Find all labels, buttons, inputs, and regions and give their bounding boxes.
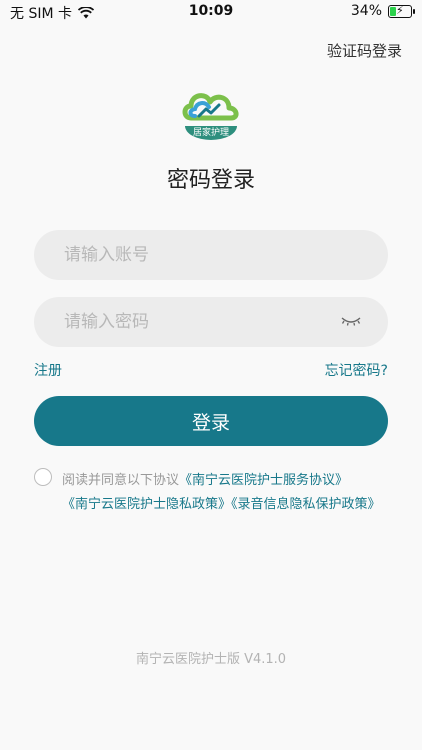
agreement-line-2: 《南宁云医院护士隐私政策》《录音信息隐私保护政策》: [62, 493, 381, 512]
password-input[interactable]: [62, 311, 336, 333]
page-title: 密码登录: [166, 168, 255, 193]
forgot-password-link[interactable]: 忘记密码?: [325, 360, 388, 380]
version-label: 南宁云医院护士版 V4.1.0: [135, 652, 287, 667]
battery-percent: 34%: [350, 3, 382, 19]
sms-login-link[interactable]: 验证码登录: [327, 40, 402, 61]
app-logo: 居家护理: [182, 93, 239, 140]
agreement-line-1: 阅读并同意以下协议《南宁云医院护士服务协议》: [62, 469, 348, 488]
charging-bolt-icon: ⚡: [396, 3, 404, 17]
agreement-prefix: 阅读并同意以下协议: [62, 473, 180, 488]
account-input[interactable]: [62, 244, 336, 266]
logo-badge-text: 居家护理: [193, 126, 229, 138]
privacy-policy-link[interactable]: 《南宁云医院护士隐私政策》: [62, 497, 231, 512]
battery-icon: ⚡: [388, 3, 415, 18]
account-field[interactable]: [34, 230, 388, 280]
password-field[interactable]: [34, 297, 388, 347]
battery-tip: [413, 8, 415, 14]
status-right: 34% ⚡: [350, 3, 415, 19]
register-link[interactable]: 注册: [34, 360, 62, 380]
service-policy-link[interactable]: 《南宁云医院护士服务协议》: [179, 473, 348, 488]
agreement-checkbox[interactable]: [34, 468, 52, 486]
recording-policy-link[interactable]: 《录音信息隐私保护政策》: [231, 497, 381, 512]
eye-closed-icon[interactable]: [340, 313, 362, 329]
status-bar: 无 SIM 卡 10:09 34% ⚡: [0, 0, 422, 24]
login-button[interactable]: 登录: [34, 396, 388, 446]
